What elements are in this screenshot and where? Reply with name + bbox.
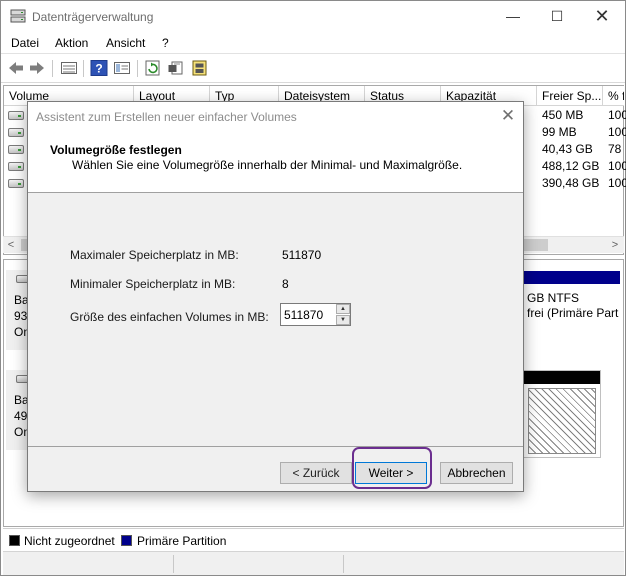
max-size-label: Maximaler Speicherplatz in MB:	[70, 248, 239, 262]
menu-datei[interactable]: Datei	[11, 36, 39, 50]
unallocated-space[interactable]	[523, 370, 601, 458]
wizard-close-button[interactable]: ✕	[498, 105, 518, 127]
volume-icon	[8, 162, 24, 171]
primary-partition-status: frei (Primäre Part	[527, 306, 619, 320]
status-bar	[3, 551, 624, 575]
svg-text:?: ?	[95, 62, 102, 76]
status-separator	[343, 555, 344, 573]
wizard-body: Maximaler Speicherplatz in MB: 511870 Mi…	[28, 194, 523, 446]
wizard-footer: < Zurück Weiter > Abbrechen	[28, 446, 523, 491]
disk-settings-icon[interactable]	[191, 60, 209, 76]
menu-aktion[interactable]: Aktion	[55, 36, 88, 50]
toolbar: ?	[1, 55, 625, 83]
back-arrow-icon[interactable]	[7, 60, 25, 76]
panel-view-icon[interactable]	[113, 60, 131, 76]
primary-legend-label: Primäre Partition	[137, 534, 227, 548]
min-size-value: 8	[282, 277, 289, 291]
unallocated-bar	[524, 371, 600, 384]
maximize-button[interactable]: ☐	[534, 1, 580, 32]
title-bar: Datenträgerverwaltung — ☐ ✕	[1, 1, 625, 32]
unallocated-legend-label: Nicht zugeordnet	[24, 534, 115, 548]
primary-legend-swatch	[121, 535, 132, 546]
max-size-value: 511870	[282, 248, 322, 262]
primary-partition-bar	[523, 271, 620, 284]
min-size-label: Minimaler Speicherplatz in MB:	[70, 277, 236, 291]
volume-size-stepper[interactable]: 511870 ▲ ▼	[280, 303, 351, 326]
next-button[interactable]: Weiter >	[355, 462, 427, 484]
menu-ansicht[interactable]: Ansicht	[106, 36, 145, 50]
volume-size-label: Größe des einfachen Volumes in MB:	[70, 310, 269, 324]
primary-partition-size: GB NTFS	[527, 291, 580, 305]
scroll-left-arrow[interactable]: <	[3, 237, 19, 254]
free-space-cell: 390,48 GB	[542, 176, 600, 190]
close-button[interactable]: ✕	[579, 1, 625, 32]
wizard-title: Assistent zum Erstellen neuer einfacher …	[36, 110, 297, 124]
free-space-cell: 40,43 GB	[542, 142, 593, 156]
toolbar-separator	[83, 60, 84, 77]
spin-down-icon[interactable]: ▼	[336, 315, 350, 325]
column-freier-speicher[interactable]: Freier Sp...	[537, 86, 603, 106]
wizard-title-bar: Assistent zum Erstellen neuer einfacher …	[28, 102, 523, 131]
wizard-header: Volumegröße festlegen Wählen Sie eine Vo…	[28, 131, 523, 193]
legend: Nicht zugeordnet Primäre Partition	[3, 528, 624, 550]
volume-icon	[8, 145, 24, 154]
volume-icon	[8, 128, 24, 137]
primary-partition[interactable]: GB NTFS frei (Primäre Part	[523, 271, 620, 347]
back-button[interactable]: < Zurück	[280, 462, 352, 484]
volume-icon	[8, 111, 24, 120]
status-separator	[173, 555, 174, 573]
menu-help[interactable]: ?	[162, 36, 169, 50]
refresh-icon[interactable]	[144, 60, 162, 76]
wizard-step-title: Volumegröße festlegen	[50, 143, 182, 157]
menu-bar: Datei Aktion Ansicht ?	[1, 32, 625, 54]
new-simple-volume-wizard: Assistent zum Erstellen neuer einfacher …	[27, 101, 524, 492]
volume-size-input[interactable]: 511870	[284, 308, 323, 322]
percent-free-cell: 100	[608, 176, 626, 190]
minimize-button[interactable]: —	[490, 1, 536, 32]
spin-up-icon[interactable]: ▲	[336, 304, 350, 314]
free-space-cell: 450 MB	[542, 108, 584, 122]
free-space-cell: 488,12 GB	[542, 159, 600, 173]
column-prozent-frei[interactable]: % f	[603, 86, 624, 106]
percent-free-cell: 100	[608, 125, 626, 139]
disk-management-icon	[10, 9, 26, 23]
unallocated-legend-swatch	[9, 535, 20, 546]
help-icon[interactable]: ?	[90, 60, 108, 76]
percent-free-cell: 100	[608, 159, 626, 173]
window-title: Datenträgerverwaltung	[32, 10, 154, 24]
free-space-cell: 99 MB	[542, 125, 577, 139]
percent-free-cell: 78	[608, 142, 622, 156]
scroll-right-arrow[interactable]: >	[607, 237, 623, 254]
cancel-button[interactable]: Abbrechen	[440, 462, 513, 484]
toolbar-separator	[52, 60, 53, 77]
toolbar-separator	[137, 60, 138, 77]
unallocated-hatch	[528, 388, 596, 454]
list-view-icon[interactable]	[60, 60, 78, 76]
forward-arrow-icon[interactable]	[28, 60, 46, 76]
properties-icon[interactable]	[167, 60, 185, 76]
percent-free-cell: 100	[608, 108, 626, 122]
wizard-step-description: Wählen Sie eine Volumegröße innerhalb de…	[72, 158, 463, 172]
volume-icon	[8, 179, 24, 188]
